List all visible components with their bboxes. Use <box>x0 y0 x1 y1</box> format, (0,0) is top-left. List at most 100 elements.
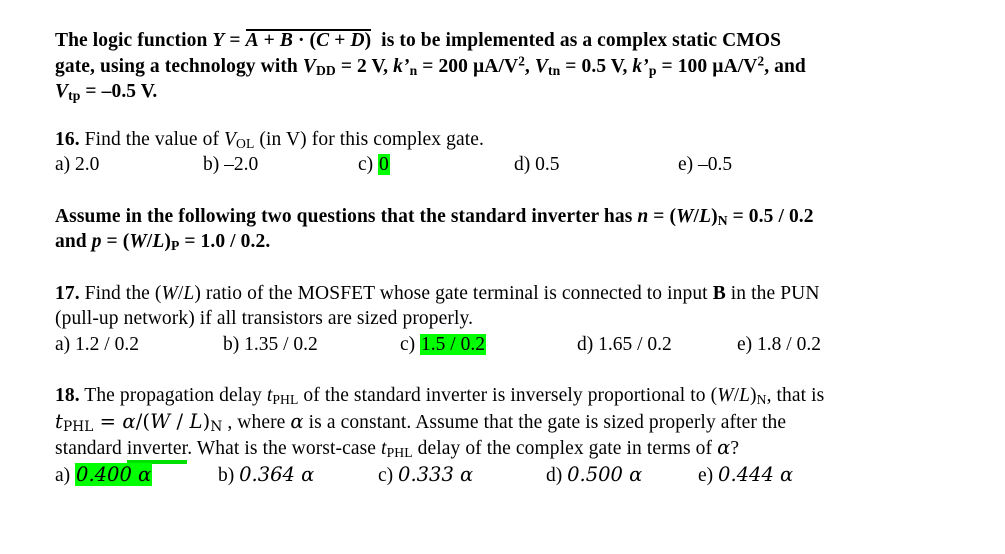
option-17-d-value: 1.65 / 0.2 <box>598 333 672 355</box>
option-16-a-letter: a) <box>55 154 71 175</box>
assume-note: Assume in the following two questions th… <box>55 204 975 255</box>
kn-symbol: k’ <box>393 55 410 77</box>
option-16-e-letter: e) <box>678 154 694 175</box>
expr-C: C <box>316 30 330 51</box>
q18-formula-W: W <box>150 409 171 433</box>
question-18-underlined-word: inverter <box>126 438 188 464</box>
q18-formula-slash: / <box>170 409 190 433</box>
option-18-d-letter: d) <box>546 464 563 486</box>
vtp-subscript: tp <box>68 88 81 103</box>
question-18-tail1: , that is <box>766 385 825 406</box>
option-16-d-letter: d) <box>514 154 531 175</box>
q18-formula-L: L <box>189 409 203 433</box>
q17-input-label: B <box>712 282 726 304</box>
option-18-e[interactable]: e) 0.444 α <box>698 462 793 489</box>
option-18-c[interactable]: c) 0.333 α <box>378 462 546 489</box>
spacer-after-assume <box>55 255 975 281</box>
question-18-question-mark: ? <box>730 438 740 459</box>
q18-formula: tPHL = α/(W / L)N <box>55 409 223 435</box>
option-18-c-letter: c) <box>378 464 394 486</box>
option-16-a-value: 2.0 <box>75 154 100 175</box>
q18-line3-tphl-subscript: PHL <box>386 445 413 460</box>
question-17-line2: (pull-up network) if all transistors are… <box>55 308 474 329</box>
q18-formula-subscript: PHL <box>62 418 94 435</box>
option-18-d[interactable]: d) 0.500 α <box>546 462 698 489</box>
question-17-options: a) 1.2 / 0.2 b) 1.35 / 0.2 c) 1.5 / 0.2 d) … <box>55 332 975 358</box>
option-16-a[interactable]: a) 2.0 <box>55 152 203 178</box>
question-18-lead: The propagation delay <box>79 385 267 406</box>
option-18-a-letter: a) <box>55 464 71 486</box>
option-18-b-value: 0.364 α <box>239 462 315 486</box>
assume-p-eq: = ( <box>101 231 130 252</box>
assume-n-W: W <box>676 205 694 227</box>
q18-formula-N: N <box>210 418 223 435</box>
option-17-c[interactable]: c) 1.5 / 0.2 <box>400 332 577 358</box>
question-16-number: 16. <box>55 128 80 150</box>
question-16-options: a) 2.0 b) –2.0 c) 0 d) 0.5 e) –0.5 <box>55 152 975 178</box>
question-18-line3-tail: delay of the complex gate in terms of <box>412 438 718 459</box>
assume-note-lead: Assume in the following two questions th… <box>55 205 638 227</box>
question-16-lead: Find the value of <box>79 128 225 150</box>
q18-formula-alpha: α <box>122 409 136 433</box>
vol-symbol: V <box>224 128 237 150</box>
q18-L: L <box>739 385 751 406</box>
option-17-a-letter: a) <box>55 333 71 355</box>
question-17-mid: ) ratio of the MOSFET whose gate termina… <box>194 282 713 304</box>
q17-W: W <box>161 282 178 304</box>
document-body: The logic function Y = A + B · (C + D) i… <box>55 28 975 488</box>
question-18-options: a) 0.400 α b) 0.364 α c) 0.333 α d) 0.500 α… <box>55 462 975 489</box>
q18-formula-eq: = <box>93 409 123 433</box>
question-18-line3-lead: standard <box>55 438 127 459</box>
option-18-c-value: 0.333 α <box>398 462 474 486</box>
option-16-e[interactable]: e) –0.5 <box>678 152 732 178</box>
option-16-c-value: 0 <box>378 154 390 175</box>
assume-p-close: ) <box>164 231 171 252</box>
kn-value: = 200 µA/V <box>417 55 519 77</box>
option-17-a[interactable]: a) 1.2 / 0.2 <box>55 332 223 358</box>
option-17-b-letter: b) <box>223 333 240 355</box>
q18-wl-subscript: N <box>756 392 767 407</box>
logic-function-symbol-Y: Y <box>212 30 225 51</box>
option-18-b[interactable]: b) 0.364 α <box>218 462 378 489</box>
question-18-number: 18. <box>55 385 80 406</box>
question-18-mid: of the standard inverter is inversely pr… <box>298 385 718 406</box>
option-16-d-value: 0.5 <box>535 154 560 175</box>
question-17-text: 17. Find the (W/L) ratio of the MOSFET w… <box>55 281 975 332</box>
vtn-value: = 0.5 V, <box>560 55 633 77</box>
expr-A: A <box>245 30 259 51</box>
option-17-d[interactable]: d) 1.65 / 0.2 <box>577 332 737 358</box>
assume-p-value: = 1.0 / 0.2. <box>179 231 271 252</box>
assume-n-L: L <box>699 205 712 227</box>
vdd-subscript: DD <box>315 62 336 78</box>
question-16-tail: (in V) for this complex gate. <box>254 128 484 150</box>
q18-alpha-inline: α <box>290 409 304 433</box>
question-17-lead: Find the ( <box>79 282 162 304</box>
question-18-line3-mid: . What is the worst-case <box>187 438 382 459</box>
question-16-text: 16. Find the value of VOL (in V) for thi… <box>55 127 975 153</box>
expr-D: D <box>350 30 365 51</box>
option-18-a[interactable]: a) 0.400 α <box>55 462 218 489</box>
assume-note-line2-lead: and <box>55 231 92 252</box>
vdd-symbol: V <box>302 55 316 77</box>
option-16-d[interactable]: d) 0.5 <box>514 152 678 178</box>
document-page: The logic function Y = A + B · (C + D) i… <box>0 0 1005 554</box>
option-16-b-letter: b) <box>203 154 220 175</box>
option-17-a-value: 1.2 / 0.2 <box>75 333 139 355</box>
preamble-line2-tail: , and <box>764 55 806 77</box>
vol-subscript: OL <box>236 135 255 151</box>
assume-p-W: W <box>129 231 147 252</box>
option-16-b[interactable]: b) –2.0 <box>203 152 358 178</box>
question-17-tail: in the PUN <box>725 282 820 304</box>
option-17-b[interactable]: b) 1.35 / 0.2 <box>223 332 400 358</box>
q18-tphl-subscript: PHL <box>272 392 299 407</box>
option-18-b-letter: b) <box>218 464 235 486</box>
option-18-e-letter: e) <box>698 464 714 486</box>
option-17-e-value: 1.8 / 0.2 <box>757 333 821 355</box>
kp-value: = 100 µA/V <box>656 55 758 77</box>
q18-line3-alpha: α <box>717 436 731 459</box>
option-16-c[interactable]: c) 0 <box>358 152 514 178</box>
option-17-c-letter: c) <box>400 333 416 355</box>
expr-plus-2: + <box>334 30 346 51</box>
preamble-line1-lead: The logic function <box>55 30 213 51</box>
option-17-e[interactable]: e) 1.8 / 0.2 <box>737 332 821 358</box>
